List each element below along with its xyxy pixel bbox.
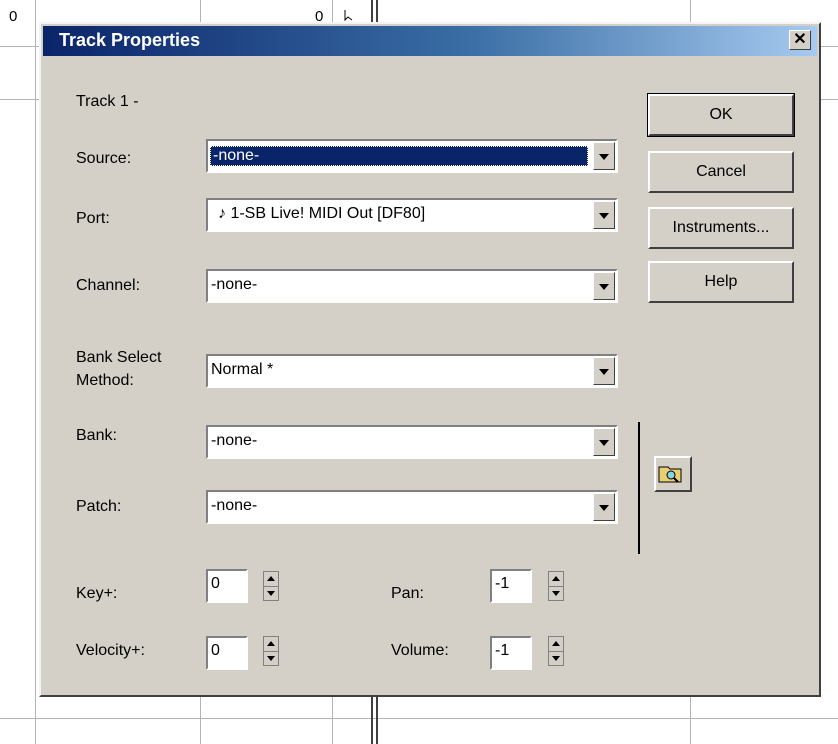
bank-select[interactable]: -none-: [206, 425, 618, 459]
bank-patch-bracket: [638, 422, 640, 554]
spin-down-icon[interactable]: [549, 586, 563, 600]
velocity-input[interactable]: 0: [206, 636, 248, 670]
channel-label: Channel:: [76, 277, 141, 294]
source-select[interactable]: -none-: [206, 139, 618, 173]
spin-up-icon[interactable]: [549, 572, 563, 587]
close-icon: ✕: [793, 31, 807, 48]
volume-input[interactable]: -1: [490, 636, 532, 670]
key-spinner[interactable]: [263, 571, 279, 601]
port-label: Port:: [76, 210, 110, 227]
spin-down-icon[interactable]: [549, 651, 563, 665]
bank-select-method-select[interactable]: Normal *: [206, 354, 618, 388]
ok-button[interactable]: OK: [647, 93, 795, 137]
close-button[interactable]: ✕: [789, 30, 811, 50]
port-value: ♪ 1-SB Live! MIDI Out [DF80]: [218, 205, 426, 222]
pan-label: Pan:: [391, 585, 424, 602]
bank-select-method-value: Normal *: [211, 361, 274, 378]
channel-select[interactable]: -none-: [206, 269, 618, 303]
key-input[interactable]: 0: [206, 569, 248, 603]
pan-input[interactable]: -1: [490, 569, 532, 603]
grid-row-line: [0, 718, 838, 719]
chevron-down-icon[interactable]: [593, 142, 615, 170]
title-bar[interactable]: Track Properties ✕: [43, 26, 817, 56]
chevron-down-icon[interactable]: [593, 272, 615, 300]
spin-up-icon[interactable]: [264, 572, 278, 587]
source-value: -none-: [210, 146, 588, 166]
dialog-title: Track Properties: [59, 30, 201, 50]
velocity-spinner[interactable]: [263, 636, 279, 666]
chevron-down-icon[interactable]: [593, 357, 615, 385]
volume-label: Volume:: [391, 642, 449, 659]
spin-up-icon[interactable]: [264, 637, 278, 652]
browse-patch-button[interactable]: [654, 456, 692, 492]
patch-select[interactable]: -none-: [206, 490, 618, 524]
track-label: Track 1 -: [76, 93, 139, 110]
port-select[interactable]: ♪ 1-SB Live! MIDI Out [DF80]: [206, 198, 618, 232]
chevron-down-icon[interactable]: [593, 493, 615, 521]
cancel-button[interactable]: Cancel: [648, 151, 794, 193]
bg-cell-value: 0: [9, 8, 18, 25]
instruments-button[interactable]: Instruments...: [648, 207, 794, 249]
track-properties-dialog: Track Properties ✕ Track 1 - Source: -no…: [39, 22, 821, 697]
source-label: Source:: [76, 150, 132, 167]
folder-search-icon: [658, 466, 682, 483]
velocity-label: Velocity+:: [76, 642, 145, 659]
cursor-arrow-icon: [344, 10, 353, 22]
spin-up-icon[interactable]: [549, 637, 563, 652]
bank-select-method-label-line2: Method:: [76, 372, 134, 389]
patch-label: Patch:: [76, 498, 122, 515]
volume-spinner[interactable]: [548, 636, 564, 666]
spin-down-icon[interactable]: [264, 651, 278, 665]
key-label: Key+:: [76, 585, 118, 602]
bank-label: Bank:: [76, 427, 117, 444]
chevron-down-icon[interactable]: [593, 428, 615, 456]
help-button[interactable]: Help: [648, 261, 794, 303]
spin-down-icon[interactable]: [264, 586, 278, 600]
grid-col-line: [35, 0, 36, 744]
bank-value: -none-: [211, 432, 258, 449]
bank-select-method-label-line1: Bank Select: [76, 349, 162, 366]
chevron-down-icon[interactable]: [593, 201, 615, 229]
channel-value: -none-: [211, 276, 258, 293]
patch-value: -none-: [211, 497, 258, 514]
pan-spinner[interactable]: [548, 571, 564, 601]
